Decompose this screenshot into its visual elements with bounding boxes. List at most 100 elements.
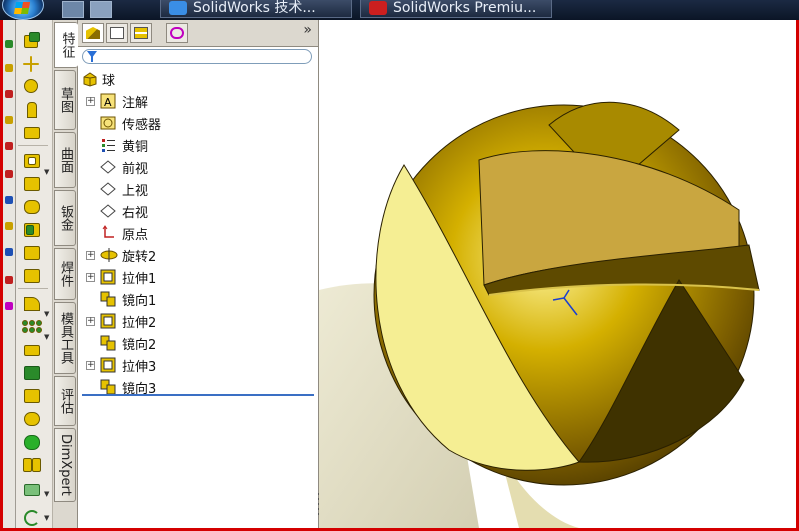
- start-button[interactable]: [2, 0, 44, 20]
- draft-icon[interactable]: [21, 363, 43, 381]
- strip-icon[interactable]: [5, 170, 13, 178]
- tree-item-label: 黄铜: [122, 139, 149, 155]
- tree-item-label: 拉伸1: [122, 271, 157, 287]
- strip-icon[interactable]: [5, 248, 13, 256]
- tree-item-label: 传感器: [122, 117, 162, 133]
- strip-icon[interactable]: [5, 40, 13, 48]
- tree-item-label: 镜向1: [122, 293, 157, 309]
- rollback-bar[interactable]: [82, 394, 314, 396]
- plane-icon: [100, 203, 118, 219]
- tab-evaluate[interactable]: 评估: [54, 376, 76, 426]
- annotations-icon: A: [100, 93, 118, 109]
- lofted-cut-icon[interactable]: [21, 243, 43, 261]
- dimxpert-manager-tab[interactable]: [166, 23, 188, 43]
- dropdown-arrow-icon[interactable]: ▼: [44, 490, 49, 498]
- extruded-cut-icon[interactable]: [21, 151, 43, 169]
- feature-manager-icon: [86, 27, 100, 39]
- tab-features[interactable]: 特征: [54, 22, 78, 68]
- tree-item-label: 前视: [122, 161, 149, 177]
- feature-filter-input[interactable]: [82, 49, 312, 64]
- tree-item-label: 拉伸2: [122, 315, 157, 331]
- command-manager-tabs: 特征 草图 曲面 钣金 焊件 模具工具 评估 DimXpert: [53, 20, 78, 528]
- boundary-cut-icon[interactable]: [21, 266, 43, 284]
- extrude-icon: [100, 357, 118, 373]
- expand-icon[interactable]: +: [86, 272, 95, 282]
- dropdown-arrow-icon[interactable]: ▼: [44, 168, 49, 176]
- manager-tabs: »: [78, 20, 318, 47]
- tab-surfaces[interactable]: 曲面: [54, 132, 76, 188]
- reference-geometry-icon[interactable]: [21, 481, 43, 499]
- expand-icon[interactable]: +: [86, 360, 95, 370]
- tab-sketch[interactable]: 草图: [54, 70, 76, 130]
- taskbar-window-1-label: SolidWorks 技术...: [193, 0, 316, 16]
- revolved-cut-icon[interactable]: [21, 197, 43, 215]
- show-desktop-icon[interactable]: [62, 1, 84, 18]
- taskbar-window-1[interactable]: SolidWorks 技术...: [160, 0, 352, 18]
- sweep-icon[interactable]: [21, 77, 43, 95]
- extruded-boss-icon[interactable]: [21, 32, 43, 50]
- property-manager-icon: [110, 27, 124, 39]
- features-toolbar: ▼ ▼ ▼ ▼ ▼: [16, 20, 53, 528]
- extrude-icon: [100, 313, 118, 329]
- swept-cut-icon[interactable]: [21, 220, 43, 238]
- tab-weldments[interactable]: 焊件: [54, 248, 76, 300]
- tree-item-label: 拉伸3: [122, 359, 157, 375]
- mirror-icon: [100, 379, 118, 395]
- windows-logo-icon: [13, 2, 31, 14]
- tab-mold-tools-label: 模具工具: [58, 312, 73, 364]
- linear-pattern-icon[interactable]: [21, 317, 43, 335]
- dropdown-arrow-icon[interactable]: ▼: [44, 333, 49, 341]
- more-tabs-button[interactable]: »: [303, 22, 312, 38]
- curves-icon[interactable]: [21, 507, 43, 526]
- feature-manager-panel: » 球 + A 注解 传感器 黄铜 前视 上视 右视 原点 + 旋转2 + 拉伸…: [78, 20, 320, 528]
- strip-icon[interactable]: [5, 142, 13, 150]
- strip-icon[interactable]: [5, 90, 13, 98]
- mirror-feature-icon[interactable]: [21, 455, 43, 473]
- taskbar-window-2[interactable]: SolidWorks Premiu...: [360, 0, 552, 18]
- reference-axis-icon[interactable]: [21, 55, 43, 73]
- tree-item-label: 镜向2: [122, 337, 157, 353]
- strip-icon[interactable]: [5, 222, 13, 230]
- mirror-icon: [100, 335, 118, 351]
- mirror-icon: [100, 291, 118, 307]
- strip-icon[interactable]: [5, 302, 13, 310]
- solidworks-icon: [369, 1, 387, 15]
- plane-icon: [100, 159, 118, 175]
- feature-manager-tab[interactable]: [82, 23, 104, 43]
- graphics-viewport[interactable]: [319, 20, 796, 528]
- sensors-icon: [100, 115, 118, 131]
- brass-ball-model: [319, 101, 760, 528]
- loft-icon[interactable]: [21, 100, 43, 118]
- tab-sheet-metal[interactable]: 钣金: [54, 190, 76, 246]
- intersect-icon[interactable]: [21, 432, 43, 450]
- boundary-boss-icon[interactable]: [21, 123, 43, 141]
- property-manager-tab[interactable]: [106, 23, 128, 43]
- dropdown-arrow-icon[interactable]: ▼: [44, 310, 49, 318]
- tree-item-label: 旋转2: [122, 249, 157, 265]
- configuration-manager-tab[interactable]: [130, 23, 152, 43]
- expand-icon[interactable]: +: [86, 250, 95, 260]
- dropdown-arrow-icon[interactable]: ▼: [44, 514, 49, 522]
- hole-wizard-icon[interactable]: [21, 174, 43, 192]
- plane-icon: [100, 181, 118, 197]
- tab-surfaces-label: 曲面: [58, 147, 73, 173]
- expand-icon[interactable]: +: [86, 316, 95, 326]
- switch-windows-icon[interactable]: [90, 1, 112, 18]
- tab-dimxpert[interactable]: DimXpert: [54, 428, 76, 502]
- left-command-strip: [3, 20, 16, 528]
- shell-icon[interactable]: [21, 386, 43, 404]
- strip-icon[interactable]: [5, 196, 13, 204]
- filter-icon: [87, 51, 97, 62]
- strip-icon[interactable]: [5, 64, 13, 72]
- rib-icon[interactable]: [21, 340, 43, 358]
- fillet-icon[interactable]: [21, 294, 43, 312]
- tree-item-label: 上视: [122, 183, 149, 199]
- expand-icon[interactable]: +: [86, 96, 95, 106]
- strip-icon[interactable]: [5, 116, 13, 124]
- tab-sheet-metal-label: 钣金: [58, 205, 73, 231]
- revolve-icon: [100, 247, 118, 263]
- wrap-icon[interactable]: [21, 409, 43, 427]
- internet-explorer-icon: [169, 1, 187, 15]
- tab-mold-tools[interactable]: 模具工具: [54, 302, 76, 374]
- strip-icon[interactable]: [5, 276, 13, 284]
